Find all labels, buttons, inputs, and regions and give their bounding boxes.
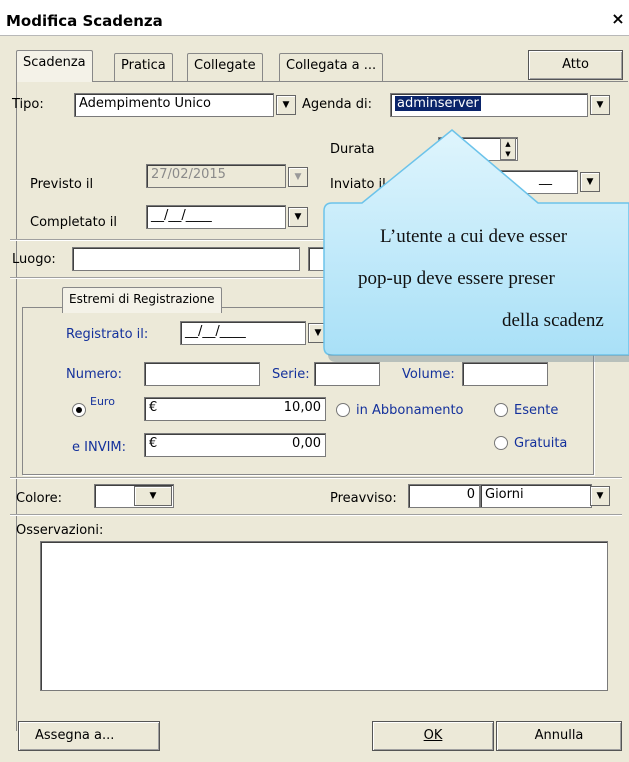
- previsto-label: Previsto il: [30, 177, 94, 192]
- callout-line-1: L’utente a cui deve esser: [380, 226, 568, 247]
- tab-scadenza[interactable]: Scadenza: [16, 50, 93, 82]
- gratuita-radio[interactable]: [494, 436, 508, 450]
- callout-line-3: della scadenz: [502, 310, 604, 331]
- tipo-select[interactable]: Adempimento Unico: [74, 93, 274, 117]
- divider: [10, 477, 622, 479]
- atto-button[interactable]: Atto: [528, 50, 623, 80]
- preavviso-input[interactable]: 0: [408, 484, 480, 508]
- esente-label: Esente: [514, 403, 559, 418]
- numero-label: Numero:: [66, 367, 123, 382]
- invim-input[interactable]: € 0,00: [144, 433, 326, 457]
- currency-symbol: €: [149, 436, 158, 451]
- esente-radio[interactable]: [494, 403, 508, 417]
- invim-label: e INVIM:: [72, 440, 127, 455]
- registrato-field[interactable]: __/__/____: [180, 321, 306, 345]
- chevron-down-icon[interactable]: ▼: [134, 486, 172, 506]
- tab-pratica[interactable]: Pratica: [114, 53, 173, 81]
- preavviso-label: Preavviso:: [330, 491, 397, 506]
- chevron-down-icon[interactable]: ▼: [590, 486, 610, 506]
- euro-label: Euro: [90, 395, 115, 408]
- abbonamento-radio[interactable]: [336, 403, 350, 417]
- euro-input[interactable]: € 10,00: [144, 397, 326, 421]
- chevron-down-icon[interactable]: ▼: [288, 207, 308, 227]
- chevron-down-icon: ▼: [288, 167, 308, 187]
- callout-tooltip: L’utente a cui deve esser pop-up deve es…: [320, 90, 629, 390]
- colore-label: Colore:: [16, 491, 63, 506]
- osservazioni-textarea[interactable]: [40, 541, 608, 691]
- luogo-label: Luogo:: [12, 252, 56, 267]
- tipo-label: Tipo:: [12, 97, 44, 112]
- invim-value: 0,00: [292, 436, 321, 451]
- currency-symbol: €: [149, 400, 158, 415]
- window-title: Modifica Scadenza: [6, 12, 163, 30]
- euro-radio[interactable]: [72, 403, 86, 417]
- registrato-label: Registrato il:: [66, 327, 149, 342]
- completato-label: Completato il: [30, 215, 118, 230]
- osservazioni-label: Osservazioni:: [16, 523, 104, 538]
- completato-field[interactable]: __/__/____: [146, 205, 286, 229]
- annulla-button[interactable]: Annulla: [496, 721, 622, 751]
- assegna-button[interactable]: Assegna a...: [18, 721, 160, 751]
- gratuita-label: Gratuita: [514, 436, 568, 451]
- previsto-field: 27/02/2015: [146, 164, 286, 188]
- close-icon[interactable]: ×: [609, 9, 627, 29]
- tab-estremi-registrazione[interactable]: Estremi di Registrazione: [62, 287, 222, 313]
- preavviso-unit-select[interactable]: Giorni: [480, 484, 592, 508]
- chevron-down-icon[interactable]: ▼: [276, 95, 296, 115]
- abbonamento-label: in Abbonamento: [356, 403, 464, 418]
- title-bar: Modifica Scadenza ×: [0, 0, 629, 36]
- luogo-input[interactable]: [72, 247, 300, 271]
- callout-line-2: pop-up deve essere preser: [358, 268, 555, 289]
- numero-input[interactable]: [144, 362, 260, 386]
- serie-label: Serie:: [272, 367, 310, 382]
- tab-collegata-a[interactable]: Collegata a ...: [279, 53, 384, 81]
- tab-collegate[interactable]: Collegate: [187, 53, 263, 81]
- ok-button[interactable]: OK: [372, 721, 494, 751]
- euro-value: 10,00: [283, 400, 321, 415]
- divider: [10, 514, 622, 516]
